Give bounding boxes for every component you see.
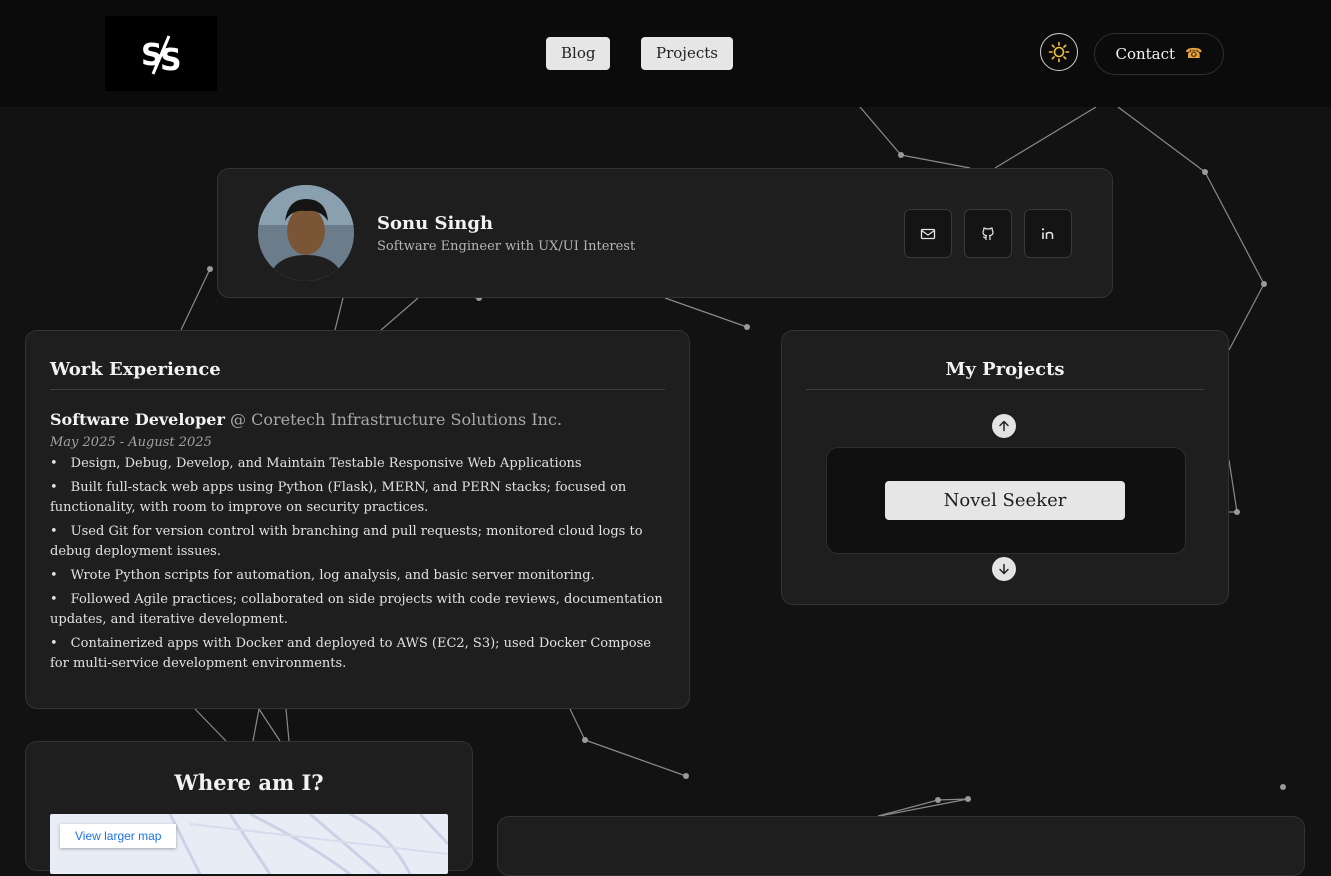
theme-toggle-button[interactable] — [1040, 33, 1078, 71]
job-dates: May 2025 - August 2025 — [50, 435, 212, 450]
email-link-button[interactable] — [904, 209, 952, 258]
project-slide: Novel Seeker — [826, 447, 1186, 554]
list-item: Followed Agile practices; collaborated o… — [50, 590, 665, 630]
work-heading: Work Experience — [50, 331, 665, 390]
project-next-button[interactable] — [992, 557, 1016, 581]
linkedin-icon — [1041, 227, 1054, 239]
nav-blog-button[interactable]: Blog — [546, 37, 611, 70]
site-logo[interactable]: S S — [105, 16, 217, 91]
project-prev-button[interactable] — [992, 414, 1016, 438]
nav-projects-button[interactable]: Projects — [641, 37, 733, 70]
linkedin-link-button[interactable] — [1024, 209, 1072, 258]
work-experience-card: Work Experience Software Developer @ Cor… — [25, 330, 690, 709]
location-card: Where am I? View larger map — [25, 741, 473, 874]
job-role: Software Developer @ Coretech Infrastruc… — [50, 410, 665, 429]
profile-card: Sonu Singh Software Engineer with UX/UI … — [217, 168, 1113, 298]
embedded-map[interactable]: View larger map — [50, 814, 448, 874]
telephone-icon: ☎ — [1185, 46, 1203, 62]
job-duties-list: Design, Debug, Develop, and Maintain Tes… — [50, 454, 665, 674]
job-company: @ Coretech Infrastructure Solutions Inc. — [230, 410, 563, 429]
github-link-button[interactable] — [964, 209, 1012, 258]
job-title: Software Developer — [50, 410, 225, 429]
list-item: Wrote Python scripts for automation, log… — [50, 566, 665, 586]
list-item: Design, Debug, Develop, and Maintain Tes… — [50, 454, 665, 474]
top-nav-bar: S S Blog Projects Contact ☎ — [0, 0, 1331, 107]
profile-name: Sonu Singh — [377, 213, 494, 234]
logo-mark-icon: S S — [141, 34, 182, 76]
list-item: Built full-stack web apps using Python (… — [50, 478, 665, 518]
project-title-button[interactable]: Novel Seeker — [885, 481, 1125, 520]
view-larger-map-link[interactable]: View larger map — [60, 824, 177, 848]
sun-icon — [1048, 41, 1070, 63]
list-item: Containerized apps with Docker and deplo… — [50, 634, 665, 674]
arrow-up-icon — [999, 420, 1009, 432]
location-heading: Where am I? — [174, 770, 324, 795]
projects-card: My Projects Novel Seeker — [781, 330, 1229, 605]
profile-title: Software Engineer with UX/UI Interest — [377, 239, 636, 254]
list-item: Used Git for version control with branch… — [50, 522, 665, 562]
contact-button[interactable]: Contact ☎ — [1094, 33, 1224, 75]
github-icon — [982, 226, 994, 240]
mail-icon — [920, 228, 936, 239]
avatar — [258, 185, 354, 281]
additional-card — [497, 816, 1305, 876]
projects-heading: My Projects — [806, 331, 1204, 390]
contact-label: Contact — [1115, 45, 1176, 63]
arrow-down-icon — [999, 563, 1009, 575]
